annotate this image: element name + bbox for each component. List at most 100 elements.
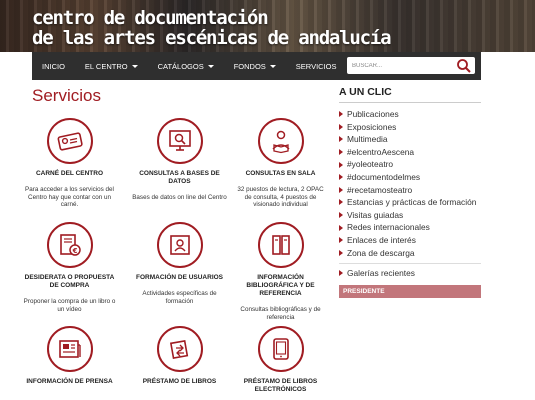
presidente-bar[interactable]: PRESIDENTE <box>339 284 481 298</box>
service-name[interactable]: PRÉSTAMO DE LIBROS <box>132 378 227 386</box>
site-banner[interactable]: centro de documentación de las artes esc… <box>0 0 535 52</box>
sidebar-link-galerias[interactable]: Galerías recientes <box>339 263 481 280</box>
service-icon-circle[interactable] <box>257 326 304 372</box>
arrow-right-icon <box>339 186 343 193</box>
sidebar-link-label[interactable]: #elcentroAescena <box>347 146 414 159</box>
caret-down-icon <box>269 64 276 68</box>
sidebar-link-label[interactable]: Enlaces de interés <box>347 234 416 247</box>
nav-item-inicio[interactable]: INICIO <box>32 52 75 80</box>
book-arrows-icon <box>169 339 188 360</box>
nav-label: CATÁLOGOS <box>157 61 204 71</box>
sidebar-link-label[interactable]: Estancias y prácticas de formación <box>347 196 476 209</box>
arrow-right-icon <box>339 270 343 277</box>
page-title: Servicios <box>32 86 101 105</box>
service-formacion[interactable]: FORMACIÓN DE USUARIOS Actividades especí… <box>132 222 227 305</box>
sidebar-link[interactable]: Visitas guiadas <box>339 209 481 222</box>
service-icon-circle[interactable] <box>156 118 203 164</box>
service-name[interactable]: INFORMACIÓN BIBLIOGRÁFICA Y DE REFERENCI… <box>233 274 328 298</box>
service-icon-circle[interactable] <box>257 222 304 268</box>
sidebar-link-label[interactable]: #recetamosteatro <box>347 184 412 197</box>
sidebar-link[interactable]: #yoleoteatro <box>339 158 481 171</box>
monitor-search-icon <box>168 130 191 151</box>
main-navbar: INICIO EL CENTRO CATÁLOGOS FONDOS SERVIC… <box>32 52 481 80</box>
sidebar-link-label[interactable]: #documentodelmes <box>347 171 420 184</box>
nav-item-catalogos[interactable]: CATÁLOGOS <box>148 52 224 80</box>
sidebar-link[interactable]: Enlaces de interés <box>339 234 481 247</box>
sidebar-link-label[interactable]: Exposiciones <box>347 121 396 134</box>
service-icon-circle[interactable] <box>46 326 93 372</box>
service-desc: Proponer la compra de un libro o un víde… <box>23 298 116 313</box>
sidebar-link[interactable]: Exposiciones <box>339 121 481 134</box>
service-name[interactable]: CONSULTAS EN SALA <box>233 170 328 178</box>
arrow-right-icon <box>339 161 343 168</box>
service-icon-circle[interactable] <box>46 118 93 164</box>
sidebar-link[interactable]: Zona de descarga <box>339 247 481 260</box>
search-input[interactable] <box>347 58 455 73</box>
sidebar-links: Publicaciones Exposiciones Multimedia #e… <box>339 108 481 280</box>
service-consultas-sala[interactable]: CONSULTAS EN SALA 32 puestos de lectura,… <box>233 118 328 209</box>
service-desiderata[interactable]: € DESIDERATA O PROPUESTA DE COMPRA Propo… <box>22 222 117 313</box>
nav-item-fondos[interactable]: FONDOS <box>224 52 286 80</box>
nav-label: SERVICIOS <box>295 61 337 71</box>
sidebar-link[interactable]: Multimedia <box>339 133 481 146</box>
service-info-bibliografica[interactable]: INFORMACIÓN BIBLIOGRÁFICA Y DE REFERENCI… <box>233 222 328 321</box>
service-name[interactable]: FORMACIÓN DE USUARIOS <box>132 274 227 282</box>
book-euro-icon: € <box>59 234 81 256</box>
service-icon-circle[interactable] <box>156 222 203 268</box>
service-icon-circle[interactable]: € <box>46 222 93 268</box>
arrow-right-icon <box>339 111 343 118</box>
service-prestamo-libros[interactable]: PRÉSTAMO DE LIBROS <box>132 326 227 386</box>
svg-text:€: € <box>71 247 77 255</box>
service-name[interactable]: PRÉSTAMO DE LIBROS ELECTRÓNICOS <box>233 378 328 394</box>
service-prensa[interactable]: INFORMACIÓN DE PRENSA <box>22 326 117 386</box>
search-box <box>347 57 475 74</box>
sidebar-link[interactable]: #elcentroAescena <box>339 146 481 159</box>
sidebar-link[interactable]: #documentodelmes <box>339 171 481 184</box>
books-icon <box>271 235 290 255</box>
sidebar-link[interactable]: Estancias y prácticas de formación <box>339 196 481 209</box>
nav-label: INICIO <box>42 61 65 71</box>
sidebar-link-label[interactable]: Redes internacionales <box>347 221 430 234</box>
sidebar-a-un-clic: A UN CLIC Publicaciones Exposiciones Mul… <box>339 86 481 298</box>
nav-item-servicios[interactable]: SERVICIOS <box>286 52 347 80</box>
arrow-right-icon <box>339 212 343 219</box>
service-name[interactable]: CARNÉ DEL CENTRO <box>22 170 117 178</box>
reader-icon <box>271 130 290 154</box>
arrow-right-icon <box>339 249 343 256</box>
sidebar-link[interactable]: #recetamosteatro <box>339 184 481 197</box>
service-name[interactable]: CONSULTAS A BASES DE DATOS <box>132 170 227 186</box>
caret-down-icon <box>207 64 214 68</box>
arrow-right-icon <box>339 237 343 244</box>
sidebar-link-label[interactable]: Visitas guiadas <box>347 209 403 222</box>
search-icon[interactable] <box>456 58 472 73</box>
service-carne[interactable]: CARNÉ DEL CENTRO Para acceder a los serv… <box>22 118 117 209</box>
sidebar-link-label[interactable]: Zona de descarga <box>347 247 415 260</box>
caret-down-icon <box>131 64 138 68</box>
arrow-right-icon <box>339 149 343 156</box>
sidebar-link-label[interactable]: Multimedia <box>347 133 388 146</box>
arrow-right-icon <box>339 224 343 231</box>
id-card-icon <box>57 132 83 151</box>
service-icon-circle[interactable] <box>257 118 304 164</box>
sidebar-link-label[interactable]: Galerías recientes <box>347 267 415 280</box>
arrow-right-icon <box>339 136 343 143</box>
service-desc: Bases de datos on line del Centro <box>132 194 227 201</box>
service-name[interactable]: INFORMACIÓN DE PRENSA <box>22 378 117 386</box>
nav-item-el-centro[interactable]: EL CENTRO <box>75 52 148 80</box>
sidebar-link[interactable]: Publicaciones <box>339 108 481 121</box>
service-icon-circle[interactable] <box>156 326 203 372</box>
tablet-icon <box>272 338 289 360</box>
service-desc: Actividades específicas de formación <box>142 290 217 305</box>
service-desc: 32 puestos de lectura, 2 OPAC de consult… <box>237 186 324 209</box>
banner-title-line1: centro de documentación <box>32 7 269 29</box>
newspaper-icon <box>58 340 81 358</box>
nav-label: FONDOS <box>233 61 266 71</box>
service-name[interactable]: DESIDERATA O PROPUESTA DE COMPRA <box>22 274 117 290</box>
sidebar-title: A UN CLIC <box>339 86 481 103</box>
sidebar-link-label[interactable]: #yoleoteatro <box>347 158 393 171</box>
sidebar-link-label[interactable]: Publicaciones <box>347 108 399 121</box>
sidebar-link[interactable]: Redes internacionales <box>339 221 481 234</box>
service-bases-datos[interactable]: CONSULTAS A BASES DE DATOS Bases de dato… <box>132 118 227 202</box>
service-prestamo-ebooks[interactable]: PRÉSTAMO DE LIBROS ELECTRÓNICOS <box>233 326 328 394</box>
arrow-right-icon <box>339 199 343 206</box>
